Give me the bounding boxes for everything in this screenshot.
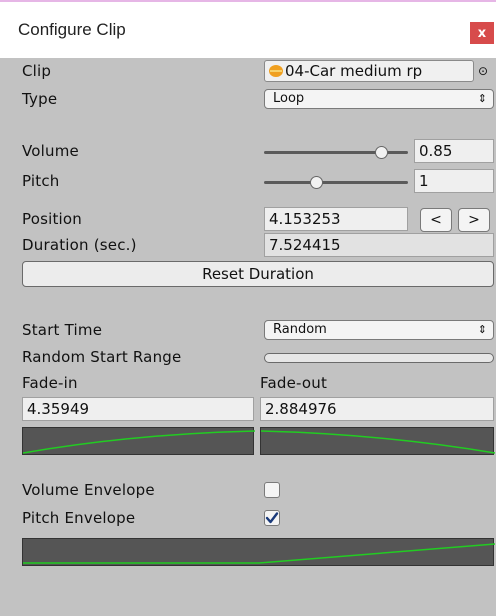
position-prev-button[interactable]: <: [420, 208, 452, 232]
dropdown-arrows-icon: ⇕: [477, 92, 487, 105]
pitch-slider-track[interactable]: [264, 181, 408, 184]
fade-out-curve[interactable]: [260, 427, 495, 455]
pitch-envelope-checkbox[interactable]: [264, 510, 280, 526]
pitch-envelope-curve[interactable]: [22, 538, 495, 566]
pitch-envelope-label: Pitch Envelope: [22, 509, 136, 527]
clip-value: 04-Car medium rp: [285, 62, 423, 80]
reset-duration-button[interactable]: Reset Duration: [22, 261, 494, 287]
volume-label: Volume: [22, 142, 79, 160]
start-time-dropdown[interactable]: Random ⇕: [264, 320, 494, 340]
position-input[interactable]: 4.153253: [264, 207, 408, 231]
fade-in-label: Fade-in: [22, 374, 78, 392]
type-dropdown[interactable]: Loop ⇕: [264, 89, 494, 109]
volume-envelope-checkbox[interactable]: [264, 482, 280, 498]
inspector-panel: Clip 04-Car medium rp ⊙ Type Loop ⇕ Volu…: [0, 58, 496, 616]
close-button[interactable]: x: [470, 22, 494, 44]
duration-label: Duration (sec.): [22, 236, 137, 254]
dropdown-arrows-icon: ⇕: [477, 323, 487, 336]
pitch-label: Pitch: [22, 172, 60, 190]
clip-object-field[interactable]: 04-Car medium rp: [264, 60, 474, 82]
pitch-envelope-curve-line: [23, 543, 495, 564]
fade-in-curve-line: [23, 430, 255, 454]
fade-in-curve[interactable]: [22, 427, 255, 455]
start-time-value: Random: [273, 322, 327, 337]
clip-label: Clip: [22, 62, 52, 80]
fade-in-input[interactable]: 4.35949: [22, 397, 254, 421]
checkmark-icon: [265, 512, 279, 524]
title-bar[interactable]: Configure Clip x: [0, 2, 496, 58]
volume-input[interactable]: 0.85: [414, 139, 494, 163]
random-start-range-slider[interactable]: [264, 353, 494, 363]
start-time-label: Start Time: [22, 321, 103, 339]
object-picker-icon[interactable]: ⊙: [478, 60, 488, 82]
position-label: Position: [22, 210, 83, 228]
pitch-slider-thumb[interactable]: [309, 176, 323, 189]
type-label: Type: [22, 90, 58, 108]
volume-envelope-label: Volume Envelope: [22, 481, 155, 499]
fade-out-label: Fade-out: [260, 374, 328, 392]
audio-clip-icon: [269, 65, 283, 77]
random-start-range-label: Random Start Range: [22, 348, 182, 366]
type-value: Loop: [273, 91, 305, 106]
position-next-button[interactable]: >: [458, 208, 490, 232]
volume-slider-thumb[interactable]: [375, 146, 389, 159]
duration-value: 7.524415: [264, 233, 494, 257]
window-title: Configure Clip: [18, 20, 126, 39]
fade-out-input[interactable]: 2.884976: [260, 397, 494, 421]
pitch-input[interactable]: 1: [414, 169, 494, 193]
position-step-buttons: < >: [420, 208, 494, 232]
fade-out-curve-line: [261, 430, 495, 454]
